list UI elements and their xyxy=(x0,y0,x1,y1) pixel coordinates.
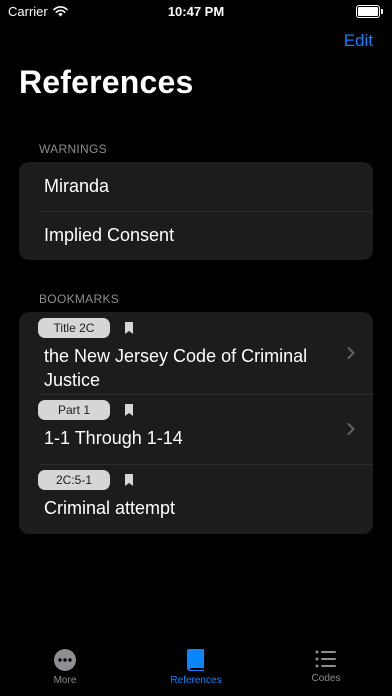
bookmark-tag: Part 1 xyxy=(38,400,110,420)
bookmarks-header: BOOKMARKS xyxy=(39,292,120,306)
page-title: References xyxy=(19,64,194,100)
tab-label: References xyxy=(170,675,222,686)
warning-item-implied-consent[interactable]: Implied Consent xyxy=(19,211,373,260)
status-time: 10:47 PM xyxy=(167,4,225,19)
warning-label: Implied Consent xyxy=(44,225,175,245)
tab-codes[interactable]: Codes xyxy=(281,648,371,684)
warning-label: Miranda xyxy=(44,176,110,196)
tab-bar: More References Codes xyxy=(0,644,392,696)
battery-icon xyxy=(356,5,383,18)
list-icon xyxy=(315,650,336,668)
bookmark-icon xyxy=(125,404,133,416)
tab-label: Codes xyxy=(311,673,341,684)
bookmark-title: 1-1 Through 1-14 xyxy=(44,428,183,448)
bookmark-icon xyxy=(125,474,133,486)
status-bar: Carrier 10:47 PM xyxy=(0,0,392,22)
bookmark-item-title-2c[interactable]: Title 2C the New Jersey Code of Criminal… xyxy=(19,312,373,394)
more-icon xyxy=(54,649,76,671)
edit-button[interactable]: Edit xyxy=(344,31,373,51)
book-icon xyxy=(187,649,204,671)
tab-more[interactable]: More xyxy=(20,648,110,686)
bookmark-icon xyxy=(125,322,133,334)
bookmark-title: the New Jersey Code of Criminal Justice xyxy=(44,346,308,390)
bookmarks-list: Title 2C the New Jersey Code of Criminal… xyxy=(19,312,373,534)
bookmark-tag: Title 2C xyxy=(38,318,110,338)
bookmark-title: Criminal attempt xyxy=(44,498,176,518)
bookmark-item-part-1[interactable]: Part 1 1-1 Through 1-14 xyxy=(19,394,373,464)
tab-label: More xyxy=(53,675,77,686)
bookmark-tag: 2C:5-1 xyxy=(38,470,110,490)
chevron-right-icon xyxy=(347,347,355,359)
bookmark-item-2c-5-1[interactable]: 2C:5-1 Criminal attempt xyxy=(19,464,373,534)
warnings-header: WARNINGS xyxy=(39,142,107,156)
warning-item-miranda[interactable]: Miranda xyxy=(19,162,373,211)
tab-references[interactable]: References xyxy=(151,648,241,686)
warnings-list: Miranda Implied Consent xyxy=(19,162,373,260)
chevron-right-icon xyxy=(347,423,355,435)
